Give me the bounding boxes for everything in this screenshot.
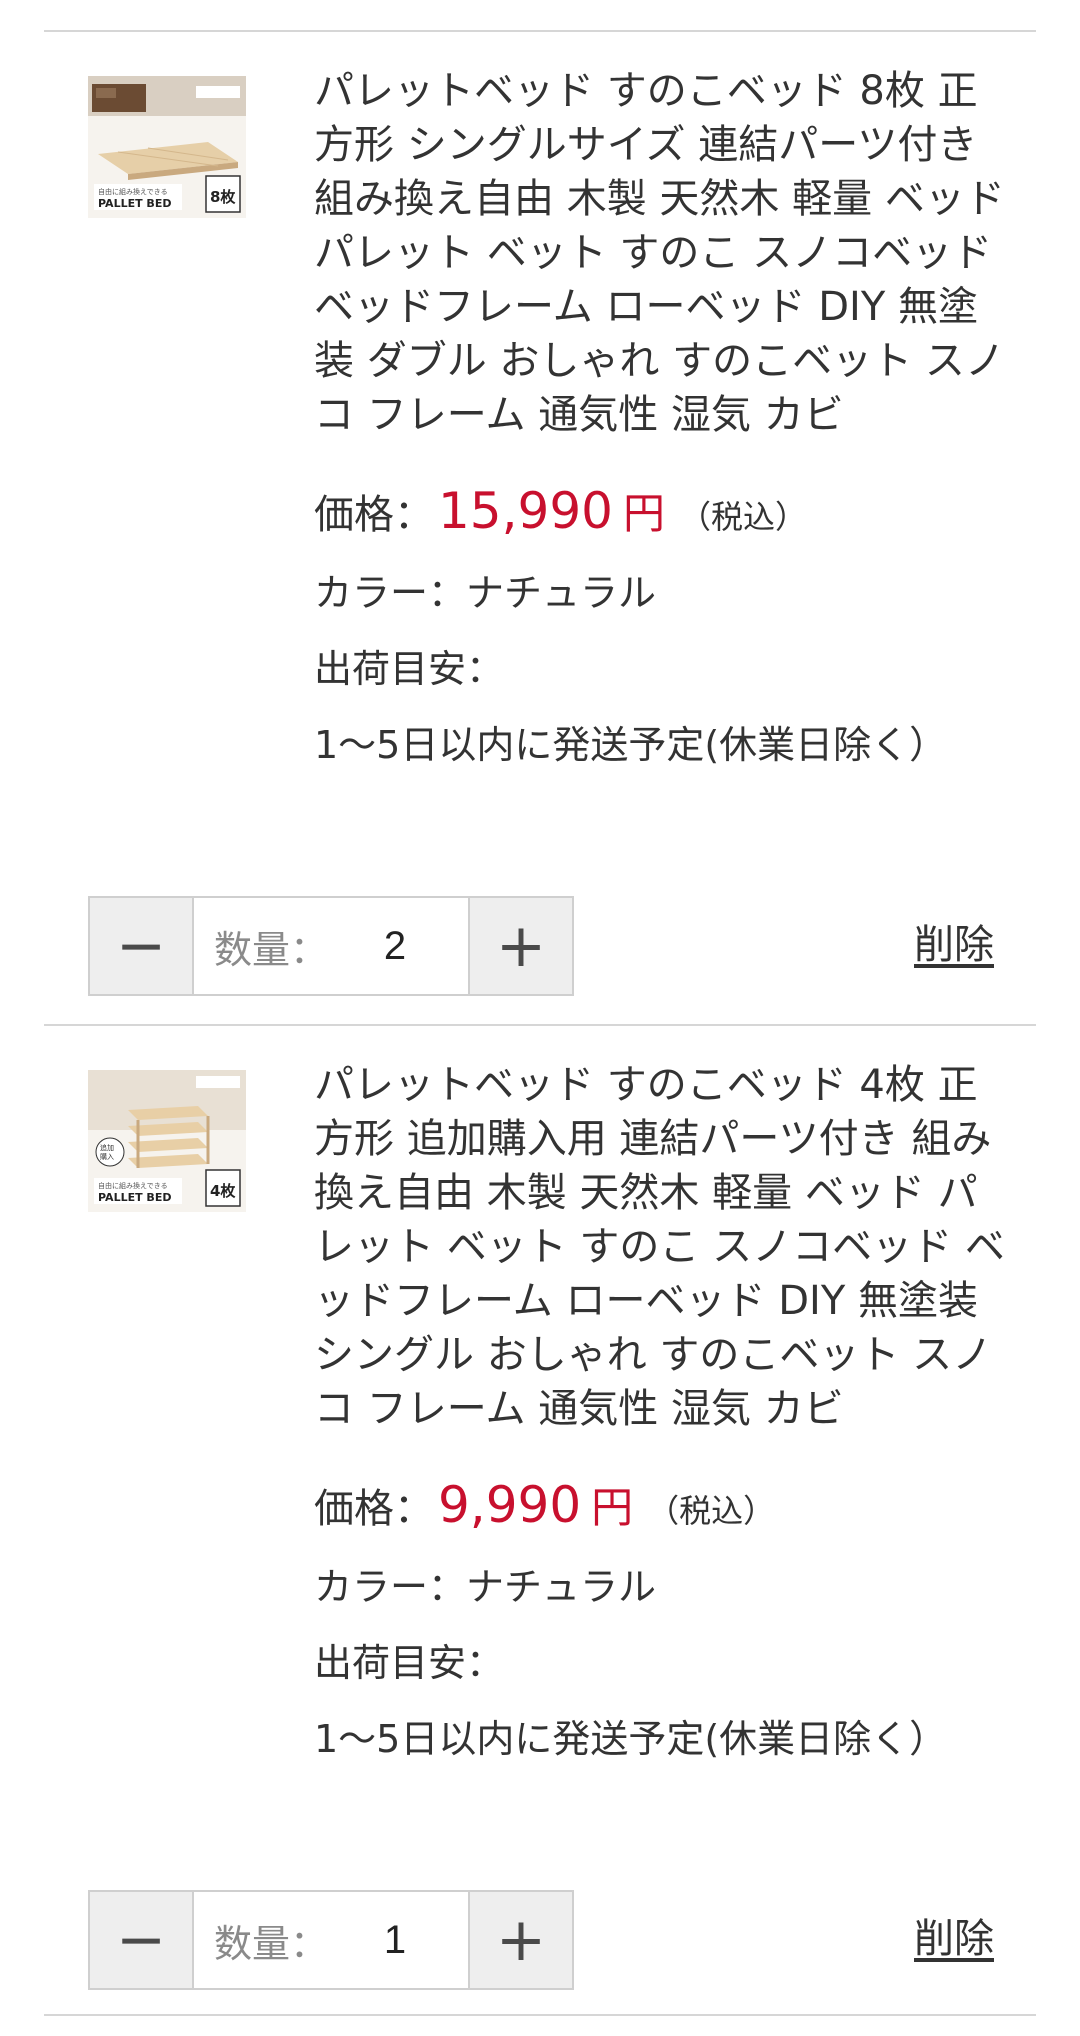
shipping-value: 1〜5日以内に発送予定(休業日除く） xyxy=(314,1717,948,1761)
increase-quantity-button[interactable]: + xyxy=(468,898,572,994)
quantity-stepper: − 数量： + xyxy=(88,896,574,996)
cart-item: 自由に組み換えできる PALLET BED 8枚 パレットベッド すのこベッド … xyxy=(0,34,1080,1024)
quantity-input[interactable] xyxy=(348,1916,443,1964)
currency-label: 円 xyxy=(591,1483,634,1532)
thumb-brand-text: PALLET BED xyxy=(98,197,171,210)
quantity-label: 数量： xyxy=(214,1921,329,1966)
product-image: 自由に組み換えできる PALLET BED 8枚 xyxy=(88,76,246,218)
product-title[interactable]: パレットベッド すのこベッド 8枚 正方形 シングルサイズ 連結パーツ付き 組み… xyxy=(314,64,1010,442)
cart-item: 追加 購入 自由に組み換えできる PALLET BED 4枚 パレットベッド す… xyxy=(0,1028,1080,2014)
price-label: 価格： xyxy=(314,492,434,538)
quantity-field: 数量： xyxy=(194,898,468,994)
color-line: カラー：ナチュラル xyxy=(314,571,657,615)
price-label: 価格： xyxy=(314,1486,434,1532)
svg-text:追加: 追加 xyxy=(100,1143,114,1152)
product-title[interactable]: パレットベッド すのこベッド 4枚 正方形 追加購入用 連結パーツ付き 組み換え… xyxy=(314,1058,1010,1436)
price-line: 価格： 9,990 円 （税込） xyxy=(314,1474,1010,1535)
thumb-count-badge: 4枚 xyxy=(210,1182,236,1200)
tax-note: （税込） xyxy=(647,1492,776,1530)
shipping-label: 出荷目安： xyxy=(314,647,505,691)
quantity-input[interactable] xyxy=(348,922,443,970)
color-line: カラー：ナチュラル xyxy=(314,1565,657,1609)
quantity-label: 数量： xyxy=(214,927,329,972)
thumb-brand-text: PALLET BED xyxy=(98,1191,171,1204)
svg-text:自由に組み換えできる: 自由に組み換えできる xyxy=(98,187,168,196)
product-thumbnail[interactable]: 自由に組み換えできる PALLET BED 8枚 xyxy=(88,76,246,218)
increase-quantity-button[interactable]: + xyxy=(468,1892,572,1988)
thumb-count-badge: 8枚 xyxy=(210,188,236,206)
shipping-value: 1〜5日以内に発送予定(休業日除く） xyxy=(314,723,948,767)
quantity-field: 数量： xyxy=(194,1892,468,1988)
top-divider xyxy=(44,30,1036,32)
svg-text:自由に組み換えできる: 自由に組み換えできる xyxy=(98,1181,168,1190)
product-image: 追加 購入 自由に組み換えできる PALLET BED 4枚 xyxy=(88,1070,246,1212)
svg-text:購入: 購入 xyxy=(100,1152,114,1161)
shipping-label: 出荷目安： xyxy=(314,1641,505,1685)
product-thumbnail[interactable]: 追加 購入 自由に組み換えできる PALLET BED 4枚 xyxy=(88,1070,246,1212)
item-info: パレットベッド すのこベッド 8枚 正方形 シングルサイズ 連結パーツ付き 組み… xyxy=(314,64,1010,769)
price-value: 9,990 xyxy=(438,1476,582,1534)
item-divider xyxy=(44,1024,1036,1026)
bottom-divider xyxy=(44,2014,1036,2016)
currency-label: 円 xyxy=(622,489,665,538)
delete-item-link[interactable]: 削除 xyxy=(914,1906,994,1964)
delete-item-link[interactable]: 削除 xyxy=(914,912,994,970)
decrease-quantity-button[interactable]: − xyxy=(90,898,194,994)
item-info: パレットベッド すのこベッド 4枚 正方形 追加購入用 連結パーツ付き 組み換え… xyxy=(314,1058,1010,1763)
price-value: 15,990 xyxy=(438,482,613,540)
decrease-quantity-button[interactable]: − xyxy=(90,1892,194,1988)
price-line: 価格： 15,990 円 （税込） xyxy=(314,480,1010,541)
tax-note: （税込） xyxy=(678,498,807,536)
quantity-stepper: − 数量： + xyxy=(88,1890,574,1990)
